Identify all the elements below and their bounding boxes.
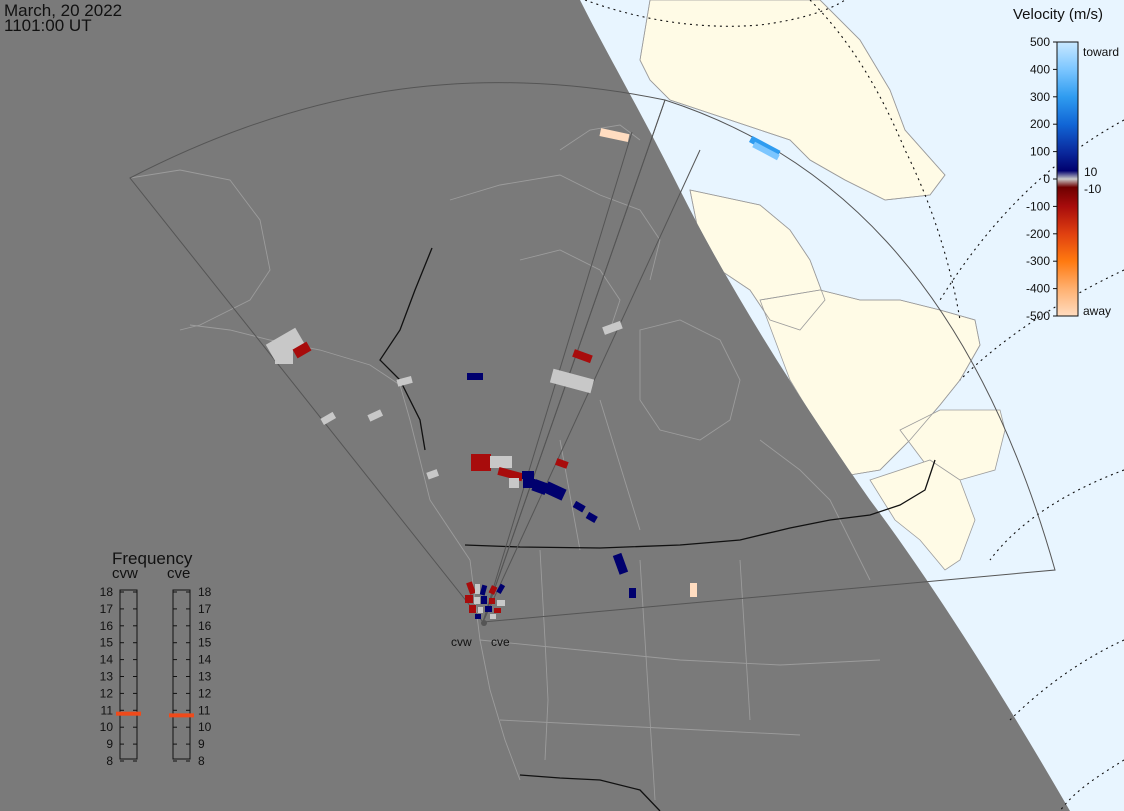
freq-tick-label-cvw: 8 — [106, 754, 113, 768]
freq-tick-label-cvw: 11 — [101, 703, 114, 717]
freq-tick-label-cve: 14 — [198, 653, 212, 667]
freq-tick-label-cve: 16 — [198, 619, 212, 633]
radar-label-cvw: cvw — [451, 635, 472, 649]
scatter-cell — [629, 588, 636, 598]
scatter-cell — [490, 456, 512, 468]
freq-tick-label-cvw: 9 — [106, 737, 113, 751]
velocity-tick-label: -200 — [1026, 227, 1050, 241]
freq-tick-label-cvw: 17 — [100, 602, 114, 616]
velocity-tick-label: 200 — [1030, 117, 1050, 131]
scatter-cell — [494, 608, 501, 613]
velocity-tick-label: 300 — [1030, 90, 1050, 104]
velocity-tick-label: 500 — [1030, 35, 1050, 49]
freq-tick-label-cvw: 18 — [100, 585, 114, 599]
velocity-toward-label: toward — [1083, 45, 1119, 59]
freq-tick-label-cve: 13 — [198, 670, 212, 684]
freq-tick-label-cve: 18 — [198, 585, 212, 599]
freq-tick-label-cve: 17 — [198, 602, 212, 616]
freq-tick-label-cve: 9 — [198, 737, 205, 751]
velocity-away-label: away — [1083, 304, 1111, 318]
freq-tick-label-cvw: 10 — [100, 720, 114, 734]
velocity-tick-label: 400 — [1030, 62, 1050, 76]
scatter-cell — [478, 607, 483, 613]
freq-tick-label-cve: 11 — [198, 703, 211, 717]
scatter-cell — [522, 471, 534, 479]
time-label: 1101:00 UT — [4, 16, 92, 35]
scatter-cell — [475, 584, 480, 594]
scatter-cell — [471, 454, 491, 471]
frequency-legend-title: Frequency — [112, 549, 193, 568]
freq-tick-label-cvw: 14 — [100, 653, 114, 667]
scatter-cell — [474, 597, 480, 604]
freq-marker-cvw — [116, 711, 141, 716]
freq-tick-label-cvw: 15 — [100, 636, 114, 650]
scatter-cell — [475, 614, 481, 619]
velocity-legend-title: Velocity (m/s) — [1013, 6, 1103, 23]
scatter-cell — [497, 600, 505, 606]
map-canvas: cvw cve cvw cve 18 1817 1716 1615 1514 1413 13… — [0, 0, 1124, 811]
freq-tick-label-cve: 10 — [198, 720, 212, 734]
velocity-tick-label: 0 — [1043, 172, 1050, 186]
freq-tick-label-cvw: 12 — [100, 686, 114, 700]
freq-tick-label-cve: 8 — [198, 754, 205, 768]
freq-tick-label-cvw: 13 — [100, 670, 114, 684]
radar-label-cve: cve — [491, 635, 510, 649]
scatter-cell — [690, 583, 697, 597]
scatter-cell — [469, 605, 476, 613]
scatter-cell — [465, 595, 473, 603]
velocity-tick-label: -100 — [1026, 199, 1050, 213]
freq-tick-label-cve: 12 — [198, 686, 212, 700]
velocity-tick-label: -400 — [1026, 282, 1050, 296]
velocity-tick-label: 100 — [1030, 145, 1050, 159]
superdarn-map-figure: cvw cve cvw cve 18 18 17 17 16 16 15 15 14 14 13 13… — [0, 0, 1124, 811]
freq-tick-label-cve: 15 — [198, 636, 212, 650]
scatter-cell — [275, 350, 293, 364]
velocity-neg-threshold-label: -10 — [1084, 182, 1102, 196]
radar-site-marker — [481, 620, 487, 626]
scatter-cell — [485, 606, 492, 612]
scatter-cell — [509, 478, 519, 488]
freq-tick-label-cvw: 16 — [100, 619, 114, 633]
velocity-tick-label: -300 — [1026, 254, 1050, 268]
velocity-pos-threshold-label: 10 — [1084, 165, 1098, 179]
scatter-cell — [489, 598, 495, 604]
scatter-cell — [490, 614, 496, 619]
freq-marker-cve — [169, 713, 194, 718]
scatter-cell — [481, 596, 487, 604]
velocity-colorbar — [1056, 41, 1079, 317]
velocity-tick-label: -500 — [1026, 309, 1050, 323]
scatter-cell — [467, 373, 483, 380]
